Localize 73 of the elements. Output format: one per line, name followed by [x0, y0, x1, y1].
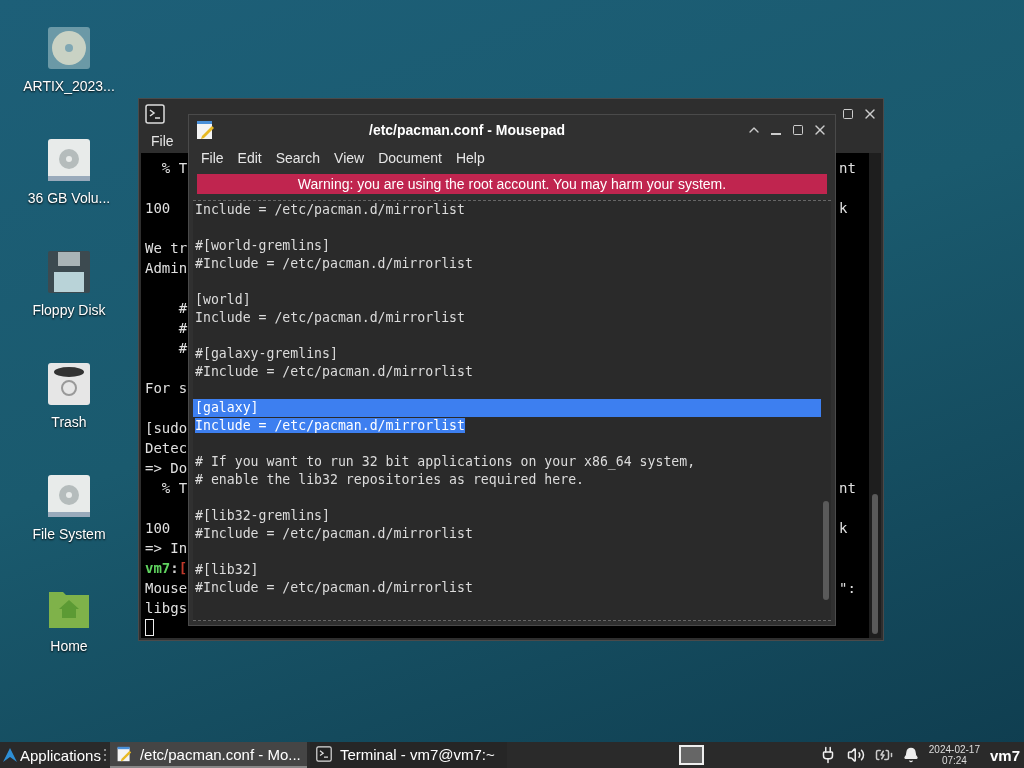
terminal-line: libgs [145, 599, 188, 618]
menu-item[interactable]: Search [269, 147, 327, 168]
terminal-line: vm7:[ [145, 559, 188, 578]
terminal-line: # [177, 339, 188, 358]
minimize-icon [771, 132, 781, 135]
drive-icon [47, 474, 91, 518]
code-line: #Include = /etc/pacman.d/mirrorlist [195, 526, 473, 541]
menu-item[interactable]: File [145, 131, 180, 151]
terminal-line: We tr [145, 239, 188, 258]
maximize-icon [792, 123, 804, 136]
trash-icon [47, 362, 91, 406]
text-editor[interactable] [193, 200, 831, 621]
terminal-line: For s [145, 379, 188, 398]
taskbar-button[interactable]: /etc/pacman.conf - Mo... [109, 742, 307, 768]
code-line: #[world-gremlins] [195, 238, 330, 253]
terminal-line: nt [839, 479, 856, 498]
menu-item[interactable]: File [195, 147, 230, 168]
window-title: /etc/pacman.conf - Mousepad [369, 121, 566, 138]
code-line: #Include = /etc/pacman.d/mirrorlist [195, 364, 473, 379]
terminal-line: % T [160, 479, 188, 498]
applications-menu[interactable]: Applications [0, 742, 103, 768]
terminal-line: nt [839, 159, 856, 178]
code-line: #[lib32] [195, 562, 259, 577]
code-line: Include = /etc/pacman.d/mirrorlist [195, 310, 465, 325]
terminal-line: [sudo [145, 419, 188, 438]
terminal-line: # [177, 319, 188, 338]
taskbar-button[interactable]: Terminal - vm7@vm7:~ [309, 742, 507, 768]
notepad-icon [115, 746, 132, 762]
terminal-line: 100 [145, 199, 171, 218]
clock[interactable]: 2024-02-17 07:24 [928, 744, 980, 766]
handle-icon [102, 748, 107, 762]
code-line: # If you want to run 32 bit applications on your x86_64 system, [195, 454, 696, 469]
code-line: #Include = /etc/pacman.d/mirrorlist [195, 256, 473, 271]
terminal-line: ": [839, 579, 856, 598]
terminal-line: Mouse [145, 579, 188, 598]
notepad-icon [195, 119, 215, 140]
desktop-icon-label[interactable]: Floppy Disk [32, 302, 106, 318]
menu-item[interactable]: Document [372, 147, 448, 168]
terminal-line: Admin [145, 259, 188, 278]
terminal-icon [145, 104, 165, 124]
scrollbar[interactable] [869, 153, 881, 638]
terminal-cursor [145, 619, 154, 636]
terminal-icon [315, 746, 332, 762]
menu-item[interactable]: Help [449, 147, 491, 168]
terminal-line: k [839, 519, 848, 538]
code-line: #[galaxy-gremlins] [195, 346, 338, 361]
desktop-icon-label[interactable]: Home [50, 638, 88, 654]
user-name[interactable]: vm7 [989, 746, 1020, 764]
terminal-line: => Do [145, 459, 188, 478]
terminal-line: % T [160, 159, 188, 178]
desktop-icon-label[interactable]: ARTIX_2023... [23, 78, 115, 94]
terminal-line: 100 [145, 519, 171, 538]
code-line: #[lib32-gremlins] [195, 508, 330, 523]
workspace-switcher[interactable] [678, 745, 704, 765]
desktop-icon-label[interactable]: Trash [51, 414, 87, 430]
triangle-logo-icon [2, 747, 18, 763]
terminal-line: => In [145, 539, 188, 558]
warning-banner: Warning: you are using the root account. You may harm your system. [197, 174, 827, 194]
code-line: [world] [195, 292, 251, 307]
code-line: Include = /etc/pacman.d/mirrorlist [195, 202, 465, 217]
drive-icon [47, 138, 91, 182]
code-line: #Include = /etc/pacman.d/mirrorlist [195, 580, 473, 595]
desktop-icon-label[interactable]: 36 GB Volu... [27, 190, 111, 206]
notification-icon[interactable] [902, 747, 919, 763]
menu-item[interactable]: View [328, 147, 371, 168]
maximize-icon [842, 108, 854, 120]
desktop-icon-label[interactable]: File System [32, 526, 106, 542]
terminal-line: Detec [145, 439, 188, 458]
menu-item[interactable]: Edit [231, 147, 268, 168]
code-line: # enable the lib32 repositories as required here. [195, 472, 585, 487]
volume-icon[interactable] [846, 746, 865, 764]
terminal-line: # [177, 299, 188, 318]
terminal-line: k [839, 199, 848, 218]
